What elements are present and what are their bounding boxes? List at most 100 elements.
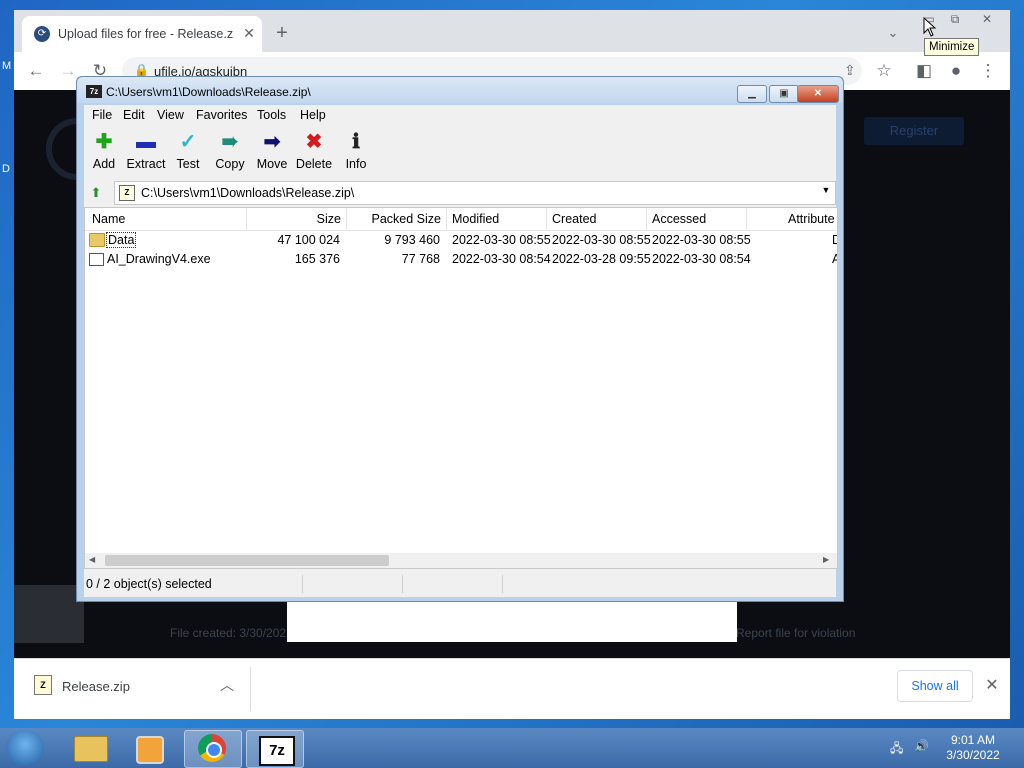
move-icon: ➡ — [263, 131, 281, 153]
register-button[interactable]: Register — [864, 117, 964, 145]
test-label: Test — [176, 157, 200, 171]
start-button[interactable] — [6, 730, 44, 766]
show-all-button[interactable]: Show all — [897, 670, 973, 702]
close-window-button[interactable]: ✕ — [974, 10, 1000, 30]
menu-file[interactable]: File — [92, 108, 112, 122]
menu-favorites[interactable]: Favorites — [196, 108, 247, 122]
status-text: 0 / 2 object(s) selected — [86, 577, 212, 591]
7zip-maximize-button[interactable]: ▣ — [769, 85, 799, 103]
menu-bar: File Edit View Favorites Tools Help — [84, 105, 836, 126]
copy-icon: ➠ — [221, 131, 239, 153]
ad-placeholder — [287, 600, 737, 642]
menu-kebab-icon[interactable]: ⋮ — [976, 60, 1000, 82]
folder-up-icon[interactable]: ⬆ — [86, 183, 106, 203]
delete-icon: ✖ — [305, 131, 323, 153]
row-size: 165 376 — [294, 252, 340, 266]
test-button[interactable]: ✓ Test — [166, 129, 210, 177]
row-accessed: 2022-03-30 08:55 — [652, 233, 751, 247]
table-row[interactable]: AI_DrawingV4.exe 165 376 77 768 2022-03-… — [85, 250, 837, 269]
chevron-up-icon[interactable]: ︿ — [218, 675, 236, 695]
move-button[interactable]: ➡ Move — [250, 129, 294, 177]
column-header-created[interactable]: Created — [552, 212, 596, 226]
path-bar: ⬆ Z C:\Users\vm1\Downloads\Release.zip\ … — [84, 181, 836, 205]
taskbar-media-player[interactable] — [122, 730, 178, 766]
browser-tab[interactable]: ⟳ Upload files for free - Release.zip ✕ — [22, 16, 262, 52]
minimize-tooltip: Minimize — [924, 38, 980, 56]
file-list[interactable]: Name Size Packed Size Modified Created A… — [84, 207, 838, 569]
taskbar: 7z 🖧 🔊 9:01 AM 3/30/2022 — [0, 728, 1024, 768]
row-accessed: 2022-03-30 08:54 — [652, 252, 751, 266]
menu-help[interactable]: Help — [300, 108, 326, 122]
row-packed-size: 77 768 — [401, 252, 440, 266]
tab-search-icon[interactable]: ⌄ — [884, 24, 902, 42]
close-download-bar-icon[interactable]: ✕ — [982, 675, 1002, 695]
taskbar-7zip[interactable]: 7z — [246, 730, 304, 768]
zip-file-icon: Z — [34, 675, 52, 695]
7zip-minimize-button[interactable]: ▁ — [737, 85, 767, 103]
column-divider[interactable] — [346, 208, 347, 230]
delete-button[interactable]: ✖ Delete — [292, 129, 336, 177]
column-divider[interactable] — [246, 208, 247, 230]
info-button[interactable]: ℹ Info — [334, 129, 378, 177]
bookmark-star-icon[interactable]: ☆ — [872, 60, 896, 82]
tab-close-icon[interactable]: ✕ — [240, 24, 258, 42]
tab-title: Upload files for free - Release.zip — [58, 27, 234, 41]
row-created: 2022-03-30 08:55 — [552, 233, 651, 247]
extract-button[interactable]: ▬ Extract — [124, 129, 168, 177]
taskbar-explorer[interactable] — [62, 730, 118, 766]
column-divider[interactable] — [746, 208, 747, 230]
7zip-client-area: File Edit View Favorites Tools Help ✚ Ad… — [84, 105, 838, 597]
clock[interactable]: 9:01 AM 3/30/2022 — [942, 733, 1004, 763]
folder-icon — [74, 736, 108, 762]
status-divider — [402, 575, 403, 593]
add-button[interactable]: ✚ Add — [82, 129, 126, 177]
copy-button[interactable]: ➠ Copy — [208, 129, 252, 177]
menu-view[interactable]: View — [157, 108, 184, 122]
divider — [250, 667, 251, 711]
folder-icon — [89, 233, 105, 247]
back-icon[interactable]: ← — [24, 60, 48, 82]
column-header-packed-size[interactable]: Packed Size — [355, 212, 441, 226]
status-bar: 0 / 2 object(s) selected — [84, 573, 836, 595]
download-filename[interactable]: Release.zip — [62, 679, 130, 694]
share-icon[interactable]: ⇪ — [844, 62, 856, 79]
scroll-left-icon[interactable]: ◀ — [89, 555, 95, 564]
side-panel-icon[interactable]: ◧ — [912, 60, 936, 82]
media-player-icon — [136, 736, 164, 764]
site-favicon-icon: ⟳ — [34, 26, 50, 42]
volume-icon[interactable]: 🔊 — [914, 739, 929, 753]
maximize-button[interactable]: ⧉ — [942, 10, 968, 30]
new-tab-button[interactable]: + — [272, 23, 292, 43]
menu-tools[interactable]: Tools — [257, 108, 286, 122]
row-created: 2022-03-28 09:55 — [552, 252, 651, 266]
column-header-size[interactable]: Size — [265, 212, 341, 226]
column-header-accessed[interactable]: Accessed — [652, 212, 706, 226]
archive-icon: Z — [119, 185, 135, 201]
column-divider[interactable] — [646, 208, 647, 230]
7zip-titlebar[interactable]: 7z C:\Users\vm1\Downloads\Release.zip\ ▁… — [77, 77, 843, 103]
menu-edit[interactable]: Edit — [123, 108, 145, 122]
column-divider[interactable] — [546, 208, 547, 230]
profile-avatar-icon[interactable]: ● — [944, 60, 968, 82]
exe-icon — [89, 253, 104, 266]
column-header-name[interactable]: Name — [92, 212, 125, 226]
column-divider[interactable] — [446, 208, 447, 230]
report-link[interactable]: Report file for violation — [736, 626, 855, 640]
table-row[interactable]: Data 47 100 024 9 793 460 2022-03-30 08:… — [85, 231, 837, 250]
row-name: AI_DrawingV4.exe — [107, 252, 211, 266]
extract-label: Extract — [126, 157, 166, 171]
taskbar-chrome[interactable] — [184, 730, 242, 768]
column-header-modified[interactable]: Modified — [452, 212, 499, 226]
horizontal-scrollbar[interactable]: ◀ ▶ — [85, 553, 837, 568]
recaptcha-badge — [14, 585, 84, 643]
copy-label: Copy — [215, 157, 245, 171]
network-icon[interactable]: 🖧 — [890, 739, 903, 760]
dropdown-arrow-icon[interactable]: ▼ — [819, 185, 833, 195]
scroll-right-icon[interactable]: ▶ — [823, 555, 829, 564]
7zip-close-button[interactable]: ✕ — [797, 85, 839, 103]
7zip-toolbar: ✚ Add ▬ Extract ✓ Test ➠ Copy ➡ Move ✖ D… — [84, 127, 836, 179]
desktop-edge-letter: D — [2, 163, 10, 175]
path-combobox[interactable]: Z C:\Users\vm1\Downloads\Release.zip\ ▼ — [114, 181, 836, 205]
scroll-thumb[interactable] — [105, 555, 389, 566]
column-header-attributes[interactable]: Attribute — [788, 212, 835, 226]
